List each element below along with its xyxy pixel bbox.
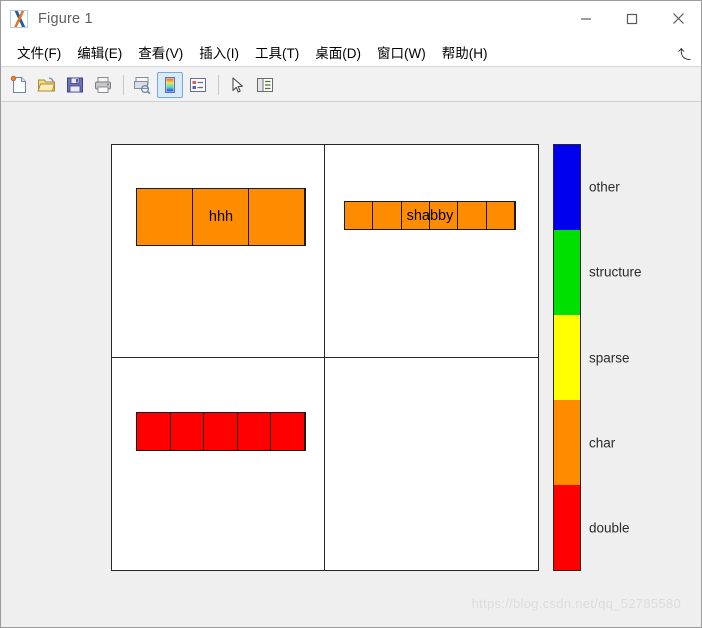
- print-preview-icon[interactable]: [129, 72, 155, 98]
- pointer-arrow-icon[interactable]: [224, 72, 250, 98]
- open-file-icon[interactable]: [34, 72, 60, 98]
- insert-legend-icon[interactable]: [185, 72, 211, 98]
- colorbar-segment-double: [554, 485, 580, 570]
- save-figure-icon[interactable]: [62, 72, 88, 98]
- print-figure-icon[interactable]: [90, 72, 116, 98]
- watermark-text: https://blog.csdn.net/qq_52785580: [471, 596, 681, 611]
- memory-cell: [487, 202, 515, 229]
- memory-cell: [137, 412, 171, 450]
- matlab-icon: [10, 10, 28, 28]
- memory-cell: [402, 202, 430, 229]
- figure-window: Figure 1 文件(F) 编辑(E) 查看(V) 插入(I) 工具(T) 桌…: [0, 0, 702, 628]
- memory-cell: [271, 412, 305, 450]
- menu-view[interactable]: 查看(V): [130, 40, 191, 64]
- colorbar-label-char: char: [589, 435, 616, 451]
- maximize-icon: [626, 13, 638, 24]
- subplot-grid: hhh shabby: [111, 144, 539, 571]
- colorbar[interactable]: other structure sparse char double: [553, 144, 693, 571]
- close-icon: [672, 13, 684, 24]
- panel-top-left[interactable]: hhh: [112, 145, 325, 358]
- maximize-button[interactable]: [609, 1, 655, 36]
- toolbar-separator-2: [218, 74, 219, 95]
- colorbar-segment-char: [554, 400, 580, 485]
- colorbar-label-sparse: sparse: [589, 350, 630, 365]
- menu-file[interactable]: 文件(F): [9, 40, 69, 64]
- memory-cell: [430, 202, 459, 229]
- memory-block-hhh[interactable]: hhh: [136, 188, 306, 246]
- memory-cell: [345, 202, 374, 229]
- memory-cell: [193, 189, 249, 245]
- menu-window[interactable]: 窗口(W): [369, 40, 434, 64]
- panel-top-right[interactable]: shabby: [325, 145, 538, 358]
- panel-bottom-right[interactable]: [325, 357, 538, 570]
- window-controls: [563, 1, 701, 36]
- title-bar: Figure 1: [1, 1, 701, 37]
- insert-colorbar-icon[interactable]: [157, 71, 183, 98]
- memory-cell: [249, 189, 305, 245]
- tool-bar: [1, 68, 701, 102]
- close-button[interactable]: [655, 1, 701, 36]
- colorbar-tick-labels: other structure sparse char double: [589, 144, 693, 571]
- menu-edit[interactable]: 编辑(E): [69, 40, 130, 64]
- colorbar-strip[interactable]: [553, 144, 581, 571]
- colorbar-segment-sparse: [554, 315, 580, 400]
- menu-desktop[interactable]: 桌面(D): [307, 40, 369, 64]
- menu-tools[interactable]: 工具(T): [247, 40, 307, 64]
- minimize-button[interactable]: [563, 1, 609, 36]
- panel-bottom-left[interactable]: [112, 357, 325, 570]
- show-plot-tools-icon[interactable]: [252, 72, 278, 98]
- menu-help[interactable]: 帮助(H): [434, 40, 496, 64]
- colorbar-label-other: other: [589, 179, 620, 195]
- colorbar-segment-other: [554, 145, 580, 230]
- matlab-logo-membrane: [11, 11, 27, 27]
- toolbar-separator-1: [123, 74, 124, 95]
- memory-cell: [171, 412, 205, 450]
- new-figure-icon[interactable]: [6, 72, 32, 98]
- memory-block-shabby[interactable]: shabby: [344, 201, 516, 230]
- menu-insert[interactable]: 插入(I): [191, 40, 247, 64]
- memory-cell: [238, 412, 272, 450]
- memory-block-double[interactable]: [136, 411, 306, 451]
- colorbar-label-structure: structure: [589, 264, 642, 280]
- menu-expand-icon[interactable]: ⤴: [678, 44, 691, 63]
- memory-cell: [373, 202, 402, 229]
- memory-cell: [137, 189, 193, 245]
- memory-cell: [204, 412, 238, 450]
- colorbar-label-double: double: [589, 520, 630, 536]
- minimize-icon: [581, 17, 591, 20]
- menu-bar: 文件(F) 编辑(E) 查看(V) 插入(I) 工具(T) 桌面(D) 窗口(W…: [1, 37, 701, 67]
- window-title: Figure 1: [38, 11, 93, 27]
- memory-cell: [458, 202, 487, 229]
- figure-canvas: hhh shabby other structure sparse char d…: [13, 111, 689, 615]
- colorbar-segment-structure: [554, 230, 580, 315]
